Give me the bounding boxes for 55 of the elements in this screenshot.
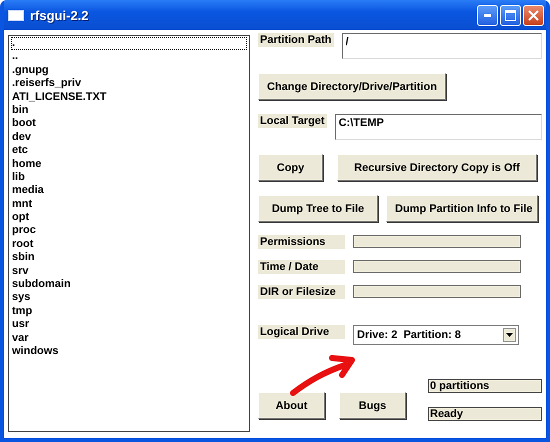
info-label: Time / Date xyxy=(258,260,345,274)
dump-partition-button[interactable]: Dump Partition Info to File xyxy=(386,195,538,222)
file-list-item[interactable]: var xyxy=(11,332,247,345)
file-list-item[interactable]: etc xyxy=(11,144,247,158)
maximize-icon xyxy=(505,10,516,20)
close-icon xyxy=(528,10,539,20)
local-target-field[interactable]: C:\TEMP xyxy=(334,114,542,140)
dropdown-value: Drive: 2 Partition: 8 xyxy=(357,329,461,341)
bugs-button[interactable]: Bugs xyxy=(339,392,406,419)
status-field: 0 partitions xyxy=(428,379,542,393)
logical-drive-label: Logical Drive xyxy=(258,325,345,339)
file-list-item[interactable]: srv xyxy=(11,264,247,278)
file-list-item[interactable]: .gnupg xyxy=(11,64,247,78)
local-target-label: Local Target xyxy=(258,114,327,128)
minimize-icon xyxy=(484,14,492,16)
window-title: rfsgui-2.2 xyxy=(30,8,89,22)
partition-path-field[interactable]: / xyxy=(342,33,542,59)
about-button[interactable]: About xyxy=(258,392,325,419)
file-list-item[interactable]: mnt xyxy=(11,198,247,212)
file-list-item[interactable]: subdomain xyxy=(11,278,247,292)
file-list-item[interactable]: bin xyxy=(11,104,247,118)
file-list-item[interactable]: usr xyxy=(11,318,247,332)
dump-tree-button[interactable]: Dump Tree to File xyxy=(258,195,378,222)
file-list-item[interactable]: proc xyxy=(11,224,247,238)
file-list[interactable]: . .. .gnupg .reiserfs_priv ATI_LICENSE.TXT bin boot dev etc home lib media mnt opt proc root sbin srv subdomain sys tmp usr var windows xyxy=(8,35,250,432)
file-list-item[interactable]: ATI_LICENSE.TXT xyxy=(11,90,247,104)
app-icon xyxy=(8,10,24,20)
file-list-item[interactable]: root xyxy=(11,238,247,252)
file-list-item[interactable]: .reiserfs_priv xyxy=(11,77,247,91)
file-list-item[interactable]: tmp xyxy=(11,304,247,318)
arrow-drawing xyxy=(290,355,356,397)
change-directory-button[interactable]: Change Directory/Drive/Partition xyxy=(258,73,446,100)
close-button[interactable] xyxy=(523,4,544,26)
file-list-item[interactable]: sbin xyxy=(11,251,247,265)
file-list-item[interactable]: media xyxy=(11,184,247,198)
file-list-item[interactable]: boot xyxy=(11,117,247,131)
file-list-item[interactable]: windows xyxy=(11,344,247,358)
file-list-item[interactable]: sys xyxy=(11,291,247,305)
file-list-item[interactable]: . xyxy=(11,37,247,50)
info-label: DIR or Filesize xyxy=(258,285,345,299)
status-field: Ready xyxy=(428,407,542,421)
partition-path-label: Partition Path xyxy=(258,33,334,47)
logical-drive-dropdown[interactable]: Drive: 2 Partition: 8 xyxy=(353,325,519,345)
maximize-button[interactable] xyxy=(500,4,521,26)
recursive-copy-button[interactable]: Recursive Directory Copy is Off xyxy=(337,154,537,181)
copy-button[interactable]: Copy xyxy=(258,154,323,181)
file-list-item[interactable]: opt xyxy=(11,211,247,224)
file-list-item[interactable]: lib xyxy=(11,170,247,184)
info-label: Permissions xyxy=(258,235,345,249)
minimize-button[interactable] xyxy=(477,4,498,26)
file-list-item[interactable]: .. xyxy=(11,50,247,64)
file-list-item[interactable]: dev xyxy=(11,130,247,144)
caret-icon xyxy=(506,333,513,337)
dropdown-button[interactable] xyxy=(503,328,516,342)
file-list-item[interactable]: home xyxy=(11,158,247,171)
